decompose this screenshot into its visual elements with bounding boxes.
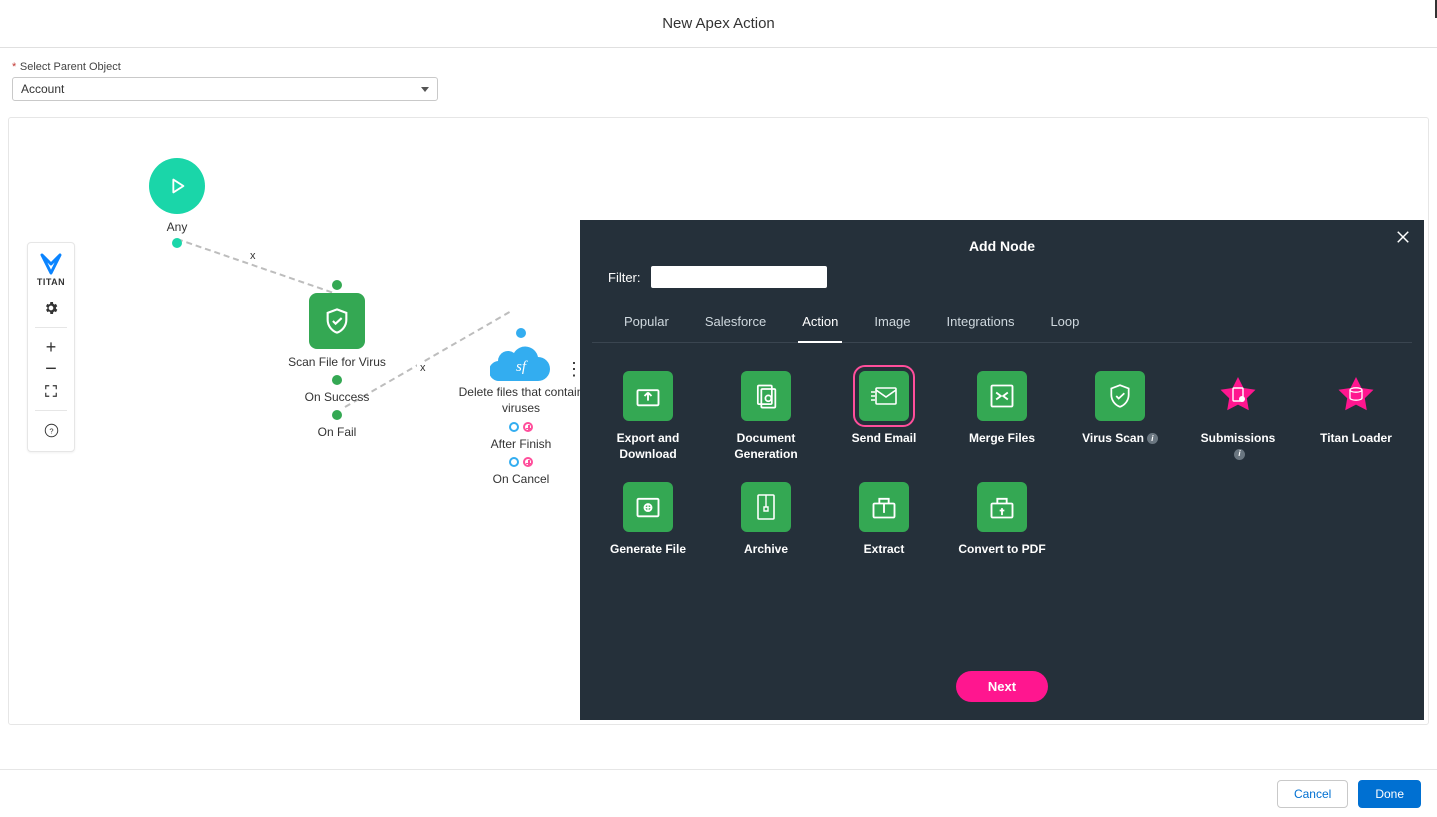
parent-object-select[interactable]: Account bbox=[12, 77, 438, 101]
scan-success-label: On Success bbox=[267, 390, 407, 404]
tab-action[interactable]: Action bbox=[798, 304, 842, 343]
sf-cancel-label: On Cancel bbox=[441, 472, 601, 486]
node-card-label: Virus Scani bbox=[1082, 431, 1158, 447]
port-after[interactable] bbox=[509, 422, 519, 432]
add-node-modal: Add Node Filter: Popular Salesforce Acti… bbox=[580, 220, 1424, 720]
node-grid: Export and Download Document Generation Se… bbox=[580, 343, 1424, 586]
star-db-icon bbox=[1331, 371, 1381, 421]
cancel-button[interactable]: Cancel bbox=[1277, 780, 1348, 808]
export-icon bbox=[623, 371, 673, 421]
page-header: New Apex Action bbox=[0, 0, 1437, 48]
node-card-archive[interactable]: Archive bbox=[722, 482, 810, 558]
zoom-out-button[interactable]: − bbox=[37, 358, 65, 380]
node-card-merge-files[interactable]: Merge Files bbox=[958, 371, 1046, 462]
help-button[interactable]: ? bbox=[37, 419, 65, 441]
salesforce-node[interactable]: sf Delete files that contain viruses Aft… bbox=[441, 326, 601, 486]
sf-node-label: Delete files that contain viruses bbox=[441, 385, 601, 416]
edge-delete[interactable]: x bbox=[417, 362, 429, 374]
doc-icon bbox=[741, 371, 791, 421]
fullscreen-button[interactable] bbox=[37, 380, 65, 402]
node-card-label: Titan Loader bbox=[1320, 431, 1392, 447]
port-success[interactable] bbox=[332, 375, 342, 385]
edge-delete[interactable]: x bbox=[247, 250, 259, 262]
email-icon bbox=[859, 371, 909, 421]
port-fail[interactable] bbox=[332, 410, 342, 420]
node-card-label: Send Email bbox=[852, 431, 917, 447]
parent-object-section: * Select Parent Object Account bbox=[0, 48, 1437, 109]
node-card-extract[interactable]: Extract bbox=[840, 482, 928, 558]
close-icon bbox=[1394, 228, 1412, 246]
node-card-titan-loader[interactable]: Titan Loader bbox=[1312, 371, 1400, 462]
done-button[interactable]: Done bbox=[1358, 780, 1421, 808]
plus-icon: + bbox=[46, 337, 57, 358]
node-card-label: Export and Download bbox=[604, 431, 692, 462]
svg-text:?: ? bbox=[49, 426, 53, 435]
next-button[interactable]: Next bbox=[956, 671, 1048, 702]
port-in[interactable] bbox=[516, 328, 526, 338]
parent-object-value: Account bbox=[21, 82, 64, 96]
tab-loop[interactable]: Loop bbox=[1046, 304, 1083, 342]
play-icon bbox=[149, 158, 205, 214]
pdf-icon bbox=[977, 482, 1027, 532]
node-card-label: Merge Files bbox=[969, 431, 1035, 447]
node-card-label: Extract bbox=[864, 542, 905, 558]
zip-icon bbox=[741, 482, 791, 532]
sf-after-label: After Finish bbox=[441, 437, 601, 451]
filter-input[interactable] bbox=[651, 266, 827, 288]
modal-title: Add Node bbox=[580, 220, 1424, 266]
node-card-label: Submissionsi bbox=[1194, 431, 1282, 462]
chevron-down-icon bbox=[421, 87, 429, 92]
gen-icon bbox=[623, 482, 673, 532]
titan-brand-text: TITAN bbox=[37, 277, 65, 287]
tab-integrations[interactable]: Integrations bbox=[943, 304, 1019, 342]
port-out[interactable] bbox=[172, 238, 182, 248]
info-icon: i bbox=[1147, 433, 1158, 444]
node-card-label: Document Generation bbox=[722, 431, 810, 462]
settings-button[interactable] bbox=[37, 297, 65, 319]
extract-icon bbox=[859, 482, 909, 532]
tab-salesforce[interactable]: Salesforce bbox=[701, 304, 770, 342]
modal-tabs: Popular Salesforce Action Image Integrat… bbox=[592, 304, 1412, 343]
minus-icon: − bbox=[45, 358, 57, 381]
scan-node-label: Scan File for Virus bbox=[267, 355, 407, 369]
info-icon: i bbox=[1234, 449, 1245, 460]
star-doc-icon bbox=[1213, 371, 1263, 421]
gear-icon bbox=[43, 300, 59, 316]
shield-icon bbox=[309, 293, 365, 349]
node-card-submissions[interactable]: Submissionsi bbox=[1194, 371, 1282, 462]
port-add[interactable] bbox=[523, 422, 533, 432]
port-add[interactable] bbox=[523, 457, 533, 467]
scan-fail-label: On Fail bbox=[267, 425, 407, 439]
cloud-icon: sf bbox=[490, 341, 552, 381]
required-asterisk: * bbox=[12, 61, 16, 73]
start-node[interactable]: Any bbox=[137, 158, 217, 251]
node-card-label: Archive bbox=[744, 542, 788, 558]
page-footer: Cancel Done bbox=[0, 769, 1437, 817]
zoom-in-button[interactable]: + bbox=[37, 336, 65, 358]
node-card-label: Generate File bbox=[610, 542, 686, 558]
node-card-convert-to-pdf[interactable]: Convert to PDF bbox=[958, 482, 1046, 558]
tab-image[interactable]: Image bbox=[870, 304, 914, 342]
shield-icon bbox=[1095, 371, 1145, 421]
page-title: New Apex Action bbox=[662, 15, 775, 32]
node-card-send-email[interactable]: Send Email bbox=[840, 371, 928, 462]
node-card-export-and-download[interactable]: Export and Download bbox=[604, 371, 692, 462]
tab-popular[interactable]: Popular bbox=[620, 304, 673, 342]
scan-virus-node[interactable]: Scan File for Virus On Success On Fail bbox=[267, 278, 407, 439]
close-button[interactable] bbox=[1394, 228, 1412, 252]
start-node-label: Any bbox=[137, 220, 217, 234]
merge-icon bbox=[977, 371, 1027, 421]
node-card-generate-file[interactable]: Generate File bbox=[604, 482, 692, 558]
node-card-document-generation[interactable]: Document Generation bbox=[722, 371, 810, 462]
node-card-virus-scan[interactable]: Virus Scani bbox=[1076, 371, 1164, 462]
parent-object-label: Select Parent Object bbox=[20, 61, 121, 73]
help-icon: ? bbox=[44, 423, 59, 438]
port-in[interactable] bbox=[332, 280, 342, 290]
titan-logo-icon bbox=[38, 253, 64, 275]
node-card-label: Convert to PDF bbox=[958, 542, 1045, 558]
filter-label: Filter: bbox=[608, 270, 641, 285]
canvas-toolbar: TITAN + − ? bbox=[27, 242, 75, 452]
fullscreen-icon bbox=[44, 384, 58, 398]
port-cancel[interactable] bbox=[509, 457, 519, 467]
